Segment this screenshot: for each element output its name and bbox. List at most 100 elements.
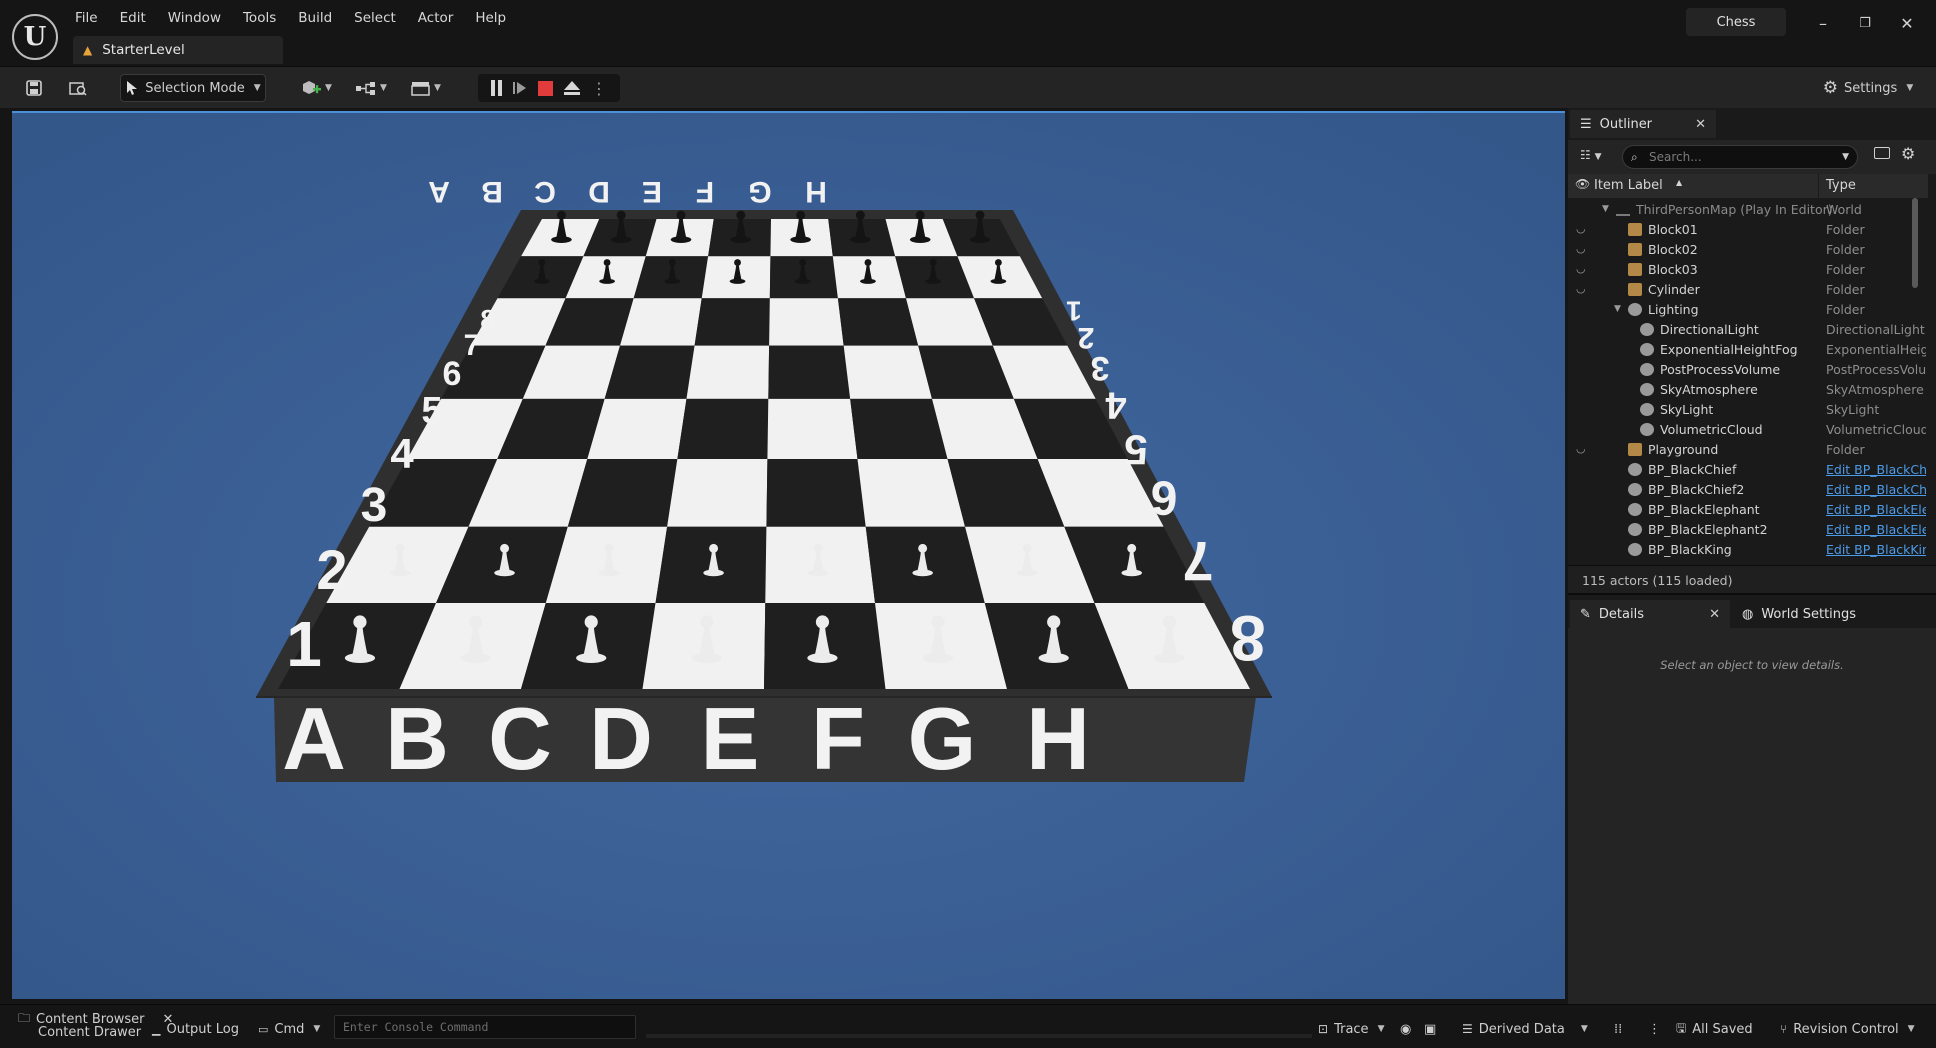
outliner-row[interactable]: ◡ Block01 Folder — [1568, 220, 1928, 240]
outliner-row[interactable]: DirectionalLight DirectionalLight — [1568, 320, 1928, 340]
outliner-row[interactable]: SkyAtmosphere SkyAtmosphere — [1568, 380, 1928, 400]
outliner-search-input[interactable]: ⌕ Search... ▼ — [1622, 145, 1858, 169]
menu-build[interactable]: Build — [287, 8, 343, 30]
outliner-item-type[interactable]: Edit BP_BlackKing — [1826, 542, 1926, 557]
browse-folder-icon[interactable] — [64, 74, 92, 102]
outliner-row[interactable]: BP_BlackKing Edit BP_BlackKing — [1568, 540, 1928, 560]
actor-icon — [1628, 503, 1642, 516]
all-saved-button[interactable]: 🖫 All Saved — [1676, 1019, 1753, 1039]
settings-button[interactable]: ⚙ Settings ▼ — [1820, 74, 1916, 102]
outliner-row[interactable]: BP_BlackChief Edit BP_BlackChief — [1568, 460, 1928, 480]
outliner-row[interactable]: PostProcessVolume PostProcessVolume — [1568, 360, 1928, 380]
outliner-item-type[interactable]: Edit BP_BlackChief — [1826, 482, 1926, 497]
outliner-toolbar: ☷ ▼ ⌕ Search... ▼ ⚙ — [1568, 140, 1936, 174]
selection-mode-dropdown[interactable]: Selection Mode ▼ — [120, 74, 266, 102]
close-details-icon[interactable]: ✕ — [1709, 607, 1720, 622]
outliner-item-type[interactable]: Edit BP_BlackElephant — [1826, 502, 1926, 517]
board-square — [686, 345, 770, 399]
cinematics-button[interactable]: ▼ — [405, 74, 447, 102]
menu-help[interactable]: Help — [464, 8, 517, 30]
outliner-scrollbar[interactable] — [1912, 198, 1918, 288]
globe-icon: ◍ — [1742, 606, 1754, 622]
outliner-item-type[interactable]: Edit BP_BlackChief — [1826, 462, 1926, 477]
outliner-item-type: PostProcessVolume — [1826, 362, 1926, 377]
outliner-settings-gear-icon[interactable]: ⚙ — [1901, 144, 1915, 163]
content-drawer-button[interactable]: Content Drawer — [38, 1022, 141, 1042]
details-panel — [1568, 628, 1936, 1004]
step-frame-icon[interactable] — [512, 80, 528, 96]
menu-file[interactable]: File — [64, 8, 109, 30]
cmd-dropdown[interactable]: ▭ Cmd ▼ — [258, 1019, 320, 1039]
source-control-icon[interactable]: ⁞⁞ — [1614, 1019, 1622, 1039]
status-more-icon[interactable]: ⋮ — [1648, 1019, 1661, 1039]
pause-icon[interactable] — [491, 80, 502, 96]
blueprint-button[interactable]: ▼ — [350, 74, 392, 102]
column-item-label[interactable]: Item Label — [1594, 178, 1663, 193]
minimize-icon[interactable]: – — [1808, 10, 1838, 36]
revision-control-label: Revision Control — [1793, 1021, 1899, 1037]
console-command-input[interactable]: Enter Console Command — [334, 1015, 636, 1039]
visibility-toggle-icon[interactable]: ◡ — [1576, 282, 1586, 295]
outliner-item-type[interactable]: Edit BP_BlackElephant — [1826, 522, 1926, 537]
outliner-row[interactable]: ◡ Cylinder Folder — [1568, 280, 1928, 300]
board-label: C — [534, 175, 556, 208]
revision-control-button[interactable]: ⑂ Revision Control ▼ — [1780, 1019, 1915, 1039]
board-label: 5 — [421, 390, 442, 432]
level-tab[interactable]: ▲ StarterLevel — [73, 36, 283, 64]
restore-icon[interactable]: ❐ — [1850, 10, 1880, 36]
visibility-toggle-icon[interactable]: ◡ — [1576, 442, 1586, 455]
outliner-row[interactable]: BP_BlackElephant2 Edit BP_BlackElephant — [1568, 520, 1928, 540]
world-settings-label: World Settings — [1761, 606, 1857, 622]
output-log-button[interactable]: ▁ Output Log — [152, 1019, 239, 1039]
project-name-tab[interactable]: Chess — [1686, 8, 1786, 36]
expand-arrow-icon[interactable]: ▼ — [1614, 304, 1621, 314]
outliner-row[interactable]: SkyLight SkyLight — [1568, 400, 1928, 420]
tab-details[interactable]: ✎ Details ✕ — [1570, 600, 1730, 628]
level-viewport[interactable]: ABCDEFGHHGFEDCBA1234567887654321 — [12, 111, 1565, 999]
visibility-toggle-icon[interactable]: ◡ — [1576, 262, 1586, 275]
outliner-row[interactable]: BP_BlackElephant Edit BP_BlackElephant — [1568, 500, 1928, 520]
menu-tools[interactable]: Tools — [232, 8, 287, 30]
tab-outliner[interactable]: ☰ Outliner ✕ — [1570, 110, 1716, 138]
outliner-row[interactable]: ◡ Playground Folder — [1568, 440, 1928, 460]
outliner-row[interactable]: ExponentialHeightFog ExponentialHeightFog — [1568, 340, 1928, 360]
new-folder-icon[interactable] — [1874, 147, 1890, 159]
outliner-row[interactable]: ▼ Lighting Folder — [1568, 300, 1928, 320]
stop-icon[interactable] — [538, 80, 553, 96]
level-warning-icon: ▲ — [83, 43, 93, 57]
eject-icon[interactable] — [563, 80, 581, 96]
outliner-item-label: BP_BlackKing — [1648, 542, 1732, 557]
right-panel: ☰ Outliner ✕ ☷ ▼ ⌕ Search... ▼ ⚙ 👁 Item … — [1568, 108, 1936, 1004]
outliner-row[interactable]: VolumetricCloud VolumetricCloud — [1568, 420, 1928, 440]
more-options-icon[interactable]: ⋮ — [591, 79, 607, 98]
expand-arrow-icon[interactable]: ▼ — [1602, 204, 1609, 214]
close-window-icon[interactable]: ✕ — [1892, 10, 1922, 36]
board-label: C — [488, 689, 552, 788]
visibility-toggle-icon[interactable]: ◡ — [1576, 222, 1586, 235]
menu-edit[interactable]: Edit — [109, 8, 157, 30]
outliner-row[interactable]: ▼ ThirdPersonMap (Play In Editor) World — [1568, 200, 1928, 220]
outliner-row[interactable]: BP_BlackChief2 Edit BP_BlackChief — [1568, 480, 1928, 500]
save-icon[interactable] — [20, 74, 48, 102]
outliner-item-label: SkyAtmosphere — [1660, 382, 1758, 397]
column-type[interactable]: Type — [1826, 178, 1856, 193]
unreal-logo-icon[interactable]: U — [12, 14, 58, 60]
menu-window[interactable]: Window — [157, 8, 232, 30]
record-icon[interactable]: ◉ — [1400, 1019, 1411, 1039]
visibility-eye-icon[interactable]: 👁 — [1575, 177, 1590, 191]
filter-icon[interactable]: ☷ ▼ — [1580, 148, 1602, 162]
close-outliner-icon[interactable]: ✕ — [1695, 117, 1706, 132]
outliner-row[interactable]: ◡ Block02 Folder — [1568, 240, 1928, 260]
menu-actor[interactable]: Actor — [407, 8, 465, 30]
add-actor-button[interactable]: ▼ — [296, 74, 336, 102]
derived-data-button[interactable]: ☰ Derived Data ▼ — [1462, 1019, 1588, 1039]
actor-count: 115 actors (115 loaded) — [1568, 565, 1936, 595]
outliner-tab-label: Outliner — [1599, 116, 1653, 132]
tab-world-settings[interactable]: ◍ World Settings — [1732, 600, 1936, 628]
outliner-item-type: Folder — [1826, 442, 1865, 457]
menu-select[interactable]: Select — [343, 8, 407, 30]
visibility-toggle-icon[interactable]: ◡ — [1576, 242, 1586, 255]
screenshot-icon[interactable]: ▣ — [1424, 1019, 1436, 1039]
outliner-row[interactable]: ◡ Block03 Folder — [1568, 260, 1928, 280]
trace-button[interactable]: ⊡ Trace ▼ — [1318, 1019, 1384, 1039]
